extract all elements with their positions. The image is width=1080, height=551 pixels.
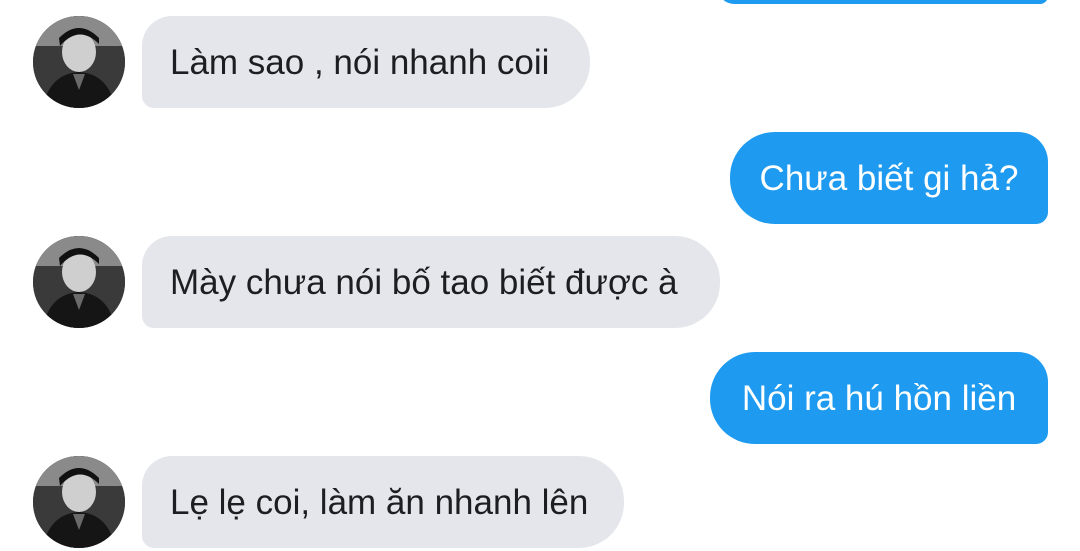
- contact-avatar[interactable]: [33, 456, 125, 548]
- chat-thread: Làm sao , nói nhanh coii Chưa biết gi hả…: [0, 0, 1080, 551]
- contact-avatar[interactable]: [33, 16, 125, 108]
- outgoing-message-bubble[interactable]: Chưa biết gi hả?: [730, 132, 1048, 224]
- incoming-message-bubble[interactable]: Lẹ lẹ coi, làm ăn nhanh lên: [142, 456, 624, 548]
- contact-avatar[interactable]: [33, 236, 125, 328]
- avatar-photo-icon: [33, 456, 125, 548]
- previous-outgoing-message-bubble[interactable]: [718, 0, 1048, 4]
- incoming-message-bubble[interactable]: Mày chưa nói bố tao biết được à: [142, 236, 720, 328]
- avatar-photo-icon: [33, 236, 125, 328]
- outgoing-message-bubble[interactable]: Nói ra hú hồn liền: [710, 352, 1048, 444]
- message-text: Nói ra hú hồn liền: [741, 378, 1017, 418]
- message-text: Làm sao , nói nhanh coii: [170, 42, 550, 82]
- incoming-message-bubble[interactable]: Làm sao , nói nhanh coii: [142, 16, 590, 108]
- message-text: Lẹ lẹ coi, làm ăn nhanh lên: [170, 482, 589, 522]
- avatar-photo-icon: [33, 16, 125, 108]
- message-text: Mày chưa nói bố tao biết được à: [170, 262, 678, 302]
- message-text: Chưa biết gi hả?: [759, 158, 1019, 198]
